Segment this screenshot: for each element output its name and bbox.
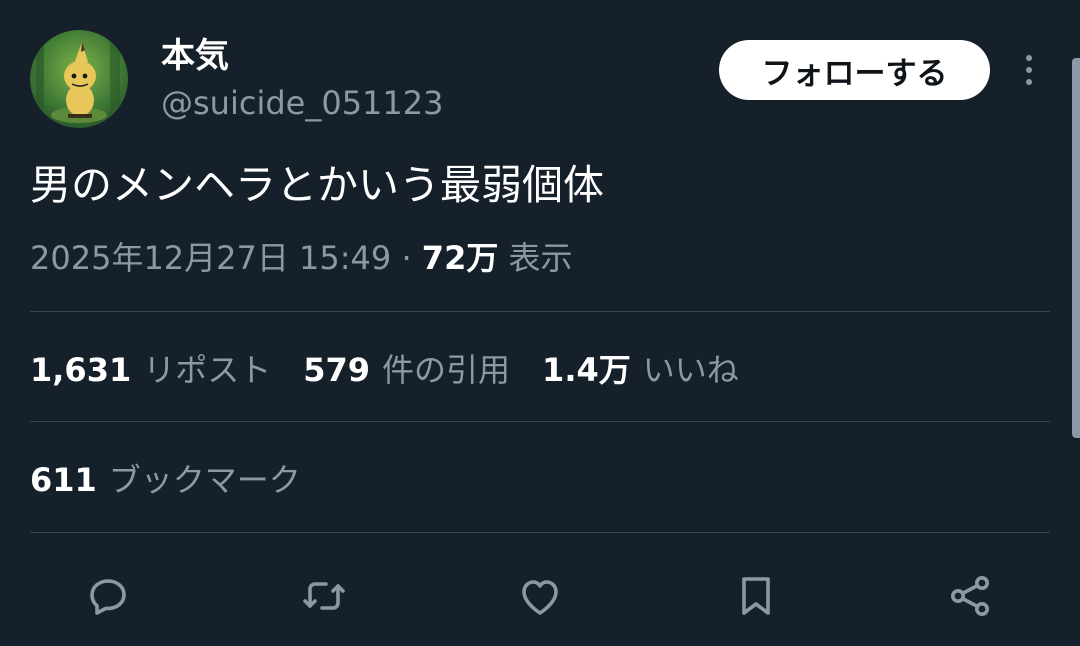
repost-icon [303,582,345,610]
views-label: 表示 [508,239,573,277]
tweet-timestamp[interactable]: 2025年12月27日 15:49 [30,239,391,277]
share-button[interactable] [944,570,996,622]
repost-count: 1,631 [30,351,132,389]
repost-stat[interactable]: 1,631 リポスト [30,348,271,392]
reply-icon [90,579,126,615]
like-button[interactable] [514,570,566,622]
share-icon [951,576,989,616]
tweet-text: 男のメンヘラとかいう最弱個体 [30,161,604,209]
repost-button[interactable] [298,570,350,622]
like-icon [522,580,558,615]
like-label: いいね [642,351,739,389]
more-vertical-icon[interactable] [1014,50,1044,90]
bookmark-icon [742,577,770,615]
action-bar [0,566,1080,626]
display-name[interactable]: 本気 [161,34,229,78]
bookmark-count: 611 [30,461,97,499]
quote-label: 件の引用 [382,351,511,389]
reply-button[interactable] [82,570,134,622]
avatar[interactable] [30,30,128,128]
tweet-meta: 2025年12月27日 15:49 · 72万 表示 [30,236,573,280]
follow-button[interactable]: フォローする [719,40,990,100]
like-stat[interactable]: 1.4万 いいね [542,348,739,392]
bookmark-label: ブックマーク [108,461,301,499]
quote-count: 579 [303,351,371,389]
repost-label: リポスト [143,351,272,389]
user-handle[interactable]: @suicide_051123 [161,82,443,124]
divider [30,421,1050,422]
divider [30,532,1050,533]
bookmark-stat[interactable]: 611 ブックマーク [30,458,333,502]
quote-stat[interactable]: 579 件の引用 [303,348,510,392]
tweet-detail-page: 本気 @suicide_051123 フォローする 男のメンヘラとかいう最弱個体… [0,0,1080,646]
views-count: 72万 [421,239,499,277]
engagement-stats: 1,631 リポスト 579 件の引用 1.4万 いいね [30,348,771,392]
divider [30,311,1050,312]
avatar-icon [30,30,128,128]
like-count: 1.4万 [542,351,631,389]
meta-separator: · [401,239,412,277]
bookmark-button[interactable] [730,570,782,622]
scrollbar[interactable] [1072,58,1080,438]
